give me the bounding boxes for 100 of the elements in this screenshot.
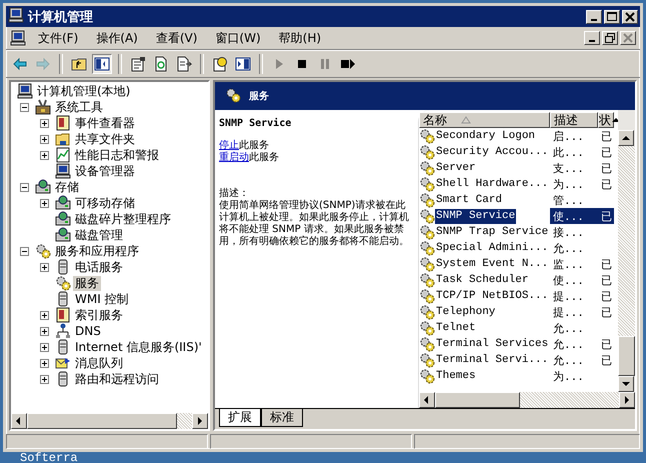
help-icon [212,56,228,72]
forward-arrow-icon [35,56,51,72]
computer-icon [10,30,26,46]
tree-item[interactable]: 磁盘管理 [73,228,125,242]
properties-icon [130,56,146,72]
scroll-left-button[interactable] [419,392,435,408]
service-row-name[interactable]: Telephony [435,304,496,320]
scroll-thumb[interactable] [27,413,177,429]
expander-toggle[interactable] [20,102,28,112]
table-cell-text: 监... [553,258,584,272]
action-link[interactable]: 停止 [219,140,239,151]
vertical-scrollbar[interactable] [618,110,635,392]
service-row-name[interactable]: TCP/IP NetBIOS... [435,288,550,304]
expander-toggle[interactable] [40,150,48,160]
service-row-name[interactable]: Telnet [435,320,477,336]
horizontal-scrollbar[interactable] [419,392,635,408]
service-row-name[interactable]: Security Accou... [435,144,550,160]
minimize-button[interactable] [584,31,600,45]
scroll-left-button[interactable] [11,413,27,429]
expander-toggle[interactable] [40,342,48,352]
tree-item[interactable]: 服务 [73,276,101,290]
scroll-up-button[interactable] [618,130,634,146]
menu-item[interactable]: 帮助(H) [274,30,336,46]
scroll-track[interactable] [177,413,192,429]
action-link[interactable]: 重启动 [219,152,249,163]
tree-item[interactable]: Internet 信息服务(IIS)' [73,340,204,354]
service-row-name[interactable]: Terminal Servi... [435,352,550,368]
book-icon [55,307,71,323]
view-tab[interactable]: 扩展 [219,409,261,427]
scroll-thumb[interactable] [435,392,520,408]
scroll-up-button[interactable] [612,118,618,122]
minimize-button[interactable] [586,10,602,24]
service-row-name[interactable]: Smart Card [435,192,504,208]
service-row-name[interactable]: System Event N... [435,256,550,272]
toolbar-button[interactable] [92,54,112,74]
expander-toggle[interactable] [40,358,48,368]
tree-item[interactable]: 共享文件夹 [73,132,137,146]
close-button[interactable] [620,31,636,45]
maximize-icon [606,10,618,22]
table-cell-text: 已 [601,354,612,368]
tree-item[interactable]: 设备管理器 [73,164,137,178]
tree-item[interactable]: 电话服务 [73,260,125,274]
service-row-name[interactable]: Shell Hardware... [435,176,550,192]
window-title: 计算机管理 [28,8,94,26]
expander-toggle[interactable] [20,182,28,192]
tree-item[interactable]: 计算机管理(本地) [35,84,132,98]
horizontal-scrollbar[interactable] [11,413,208,429]
expander-toggle[interactable] [40,310,48,320]
tree-item[interactable]: 路由和远程访问 [73,372,161,386]
table-cell-text: 此... [553,146,584,160]
maximize-button[interactable] [604,10,620,24]
scroll-thumb[interactable] [618,336,635,376]
menu-item[interactable]: 窗口(W) [211,30,275,46]
expander-toggle[interactable] [40,326,48,336]
tree-item[interactable]: 性能日志和警报 [73,148,161,162]
service-row-name[interactable]: Server [435,160,477,176]
table-cell-text: 已 [601,306,612,320]
close-button[interactable] [622,10,638,24]
tree-item[interactable]: 消息队列 [73,356,125,370]
scroll-right-button[interactable] [619,392,635,408]
table-cell-text: 允... [553,338,584,352]
service-row-name[interactable]: SNMP Service [435,208,516,224]
tree-item[interactable]: 事件查看器 [73,116,137,130]
service-row-name[interactable]: Secondary Logon [435,128,536,144]
tree-item[interactable]: 可移动存储 [73,196,137,210]
service-row-name[interactable]: Special Admini... [435,240,550,256]
scroll-down-button[interactable] [618,376,634,392]
table-cell-text: 已 [601,210,612,224]
restore-button[interactable] [602,31,618,45]
up-arrow-icon [612,118,618,122]
tree-item[interactable]: WMI 控制 [73,292,131,306]
column-header[interactable]: 名称 [419,112,550,128]
view-tab[interactable]: 标准 [261,409,303,427]
tree-item[interactable]: 索引服务 [73,308,125,322]
table-cell-text: 已 [601,290,612,304]
tree-item[interactable]: 服务和应用程序 [53,244,141,258]
tree-item[interactable]: DNS [73,324,103,338]
table-cell-text: 提... [553,290,584,304]
column-header[interactable]: 描述 [550,112,598,128]
expander-toggle[interactable] [40,262,48,272]
scroll-right-button[interactable] [192,413,208,429]
expander-toggle[interactable] [40,134,48,144]
menu-item[interactable]: 查看(V) [152,30,212,46]
tree-item[interactable]: 系统工具 [53,100,105,114]
drive-icon [55,195,71,211]
expander-toggle[interactable] [20,246,28,256]
menu-item[interactable]: 操作(A) [92,30,152,46]
service-row-name[interactable]: Terminal Services [435,336,550,352]
expander-toggle[interactable] [40,198,48,208]
expander-toggle[interactable] [40,374,48,384]
tree-item[interactable]: 存储 [53,180,81,194]
service-row-name[interactable]: Themes [435,368,477,384]
book-icon [55,115,71,131]
service-row-name[interactable]: Task Scheduler [435,272,530,288]
menu-item[interactable]: 文件(F) [34,30,92,46]
service-row-name[interactable]: SNMP Trap Service [435,224,550,240]
table-cell-text: 提... [553,306,584,320]
tree-pane-icon [94,56,110,72]
tree-item[interactable]: 磁盘碎片整理程序 [73,212,173,226]
expander-toggle[interactable] [40,118,48,128]
